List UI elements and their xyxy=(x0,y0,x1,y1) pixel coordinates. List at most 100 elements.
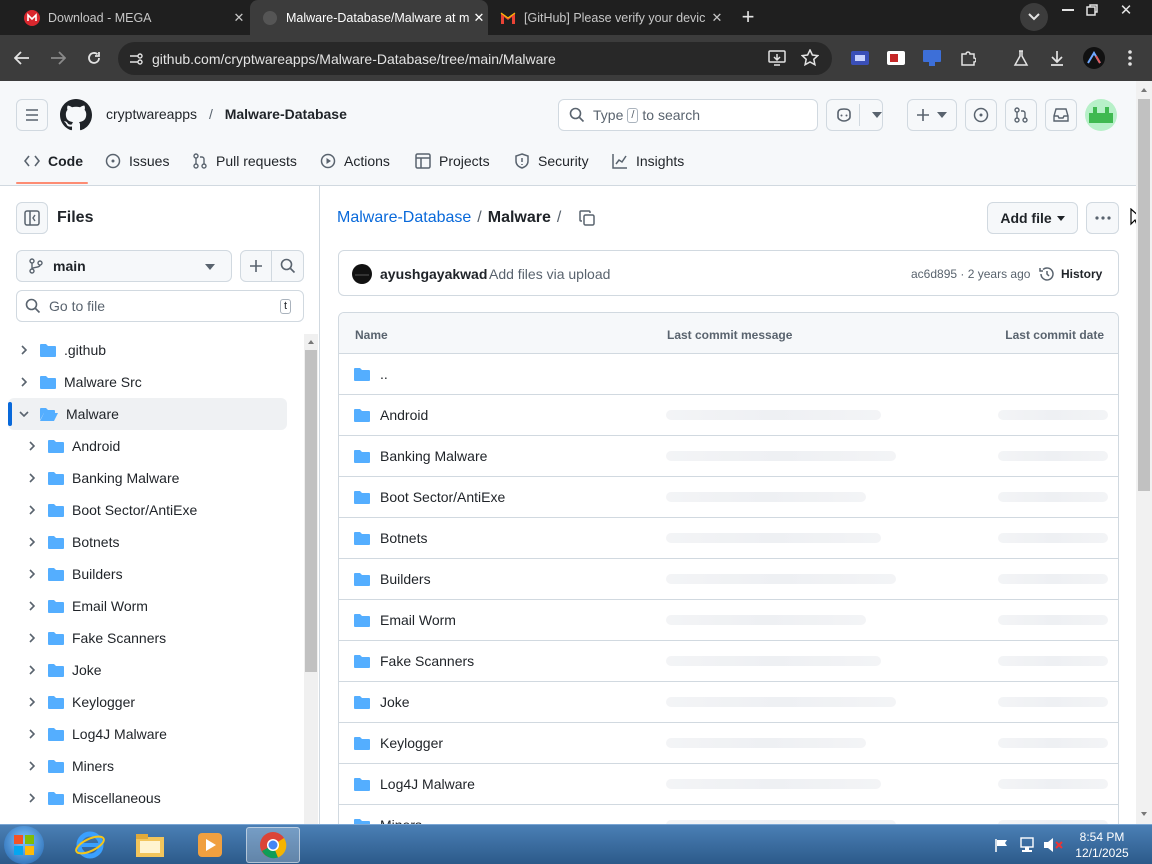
tree-item[interactable]: Banking Malware xyxy=(8,462,304,494)
tab-insights[interactable]: Insights xyxy=(612,143,684,179)
tree-item[interactable]: Log4J Malware xyxy=(8,718,304,750)
chevron-right-icon[interactable] xyxy=(24,633,40,643)
chevron-right-icon[interactable] xyxy=(24,729,40,739)
tab-security[interactable]: Security xyxy=(514,143,589,179)
table-row[interactable]: Miners xyxy=(338,804,1119,824)
start-button[interactable] xyxy=(4,826,44,864)
folder-name-link[interactable]: Joke xyxy=(380,694,410,710)
create-new-button[interactable] xyxy=(907,99,957,131)
add-file-sidebar-button[interactable] xyxy=(240,250,272,282)
close-icon[interactable]: ✕ xyxy=(230,9,248,27)
search-files-button[interactable] xyxy=(271,250,304,282)
folder-name-link[interactable]: Botnets xyxy=(380,530,427,546)
tab-pull-requests[interactable]: Pull requests xyxy=(192,143,297,179)
folder-name-link[interactable]: Banking Malware xyxy=(380,448,487,464)
parent-directory-row[interactable]: .. xyxy=(338,353,1119,394)
table-row[interactable]: Fake Scanners xyxy=(338,640,1119,681)
table-row[interactable]: Email Worm xyxy=(338,599,1119,640)
reload-icon[interactable] xyxy=(80,44,108,72)
tab-code[interactable]: Code xyxy=(24,143,83,179)
more-options-button[interactable] xyxy=(1086,202,1119,234)
add-file-button[interactable]: Add file xyxy=(987,202,1078,234)
browser-tab-gmail[interactable]: [GitHub] Please verify your devic ✕ xyxy=(490,0,726,35)
copilot-button[interactable] xyxy=(826,99,883,131)
page-scrollbar-thumb[interactable] xyxy=(1138,99,1150,491)
pull-requests-header-button[interactable] xyxy=(1005,99,1037,131)
tree-item[interactable]: Miscellaneous xyxy=(8,782,304,814)
commit-message[interactable]: Add files via upload xyxy=(489,266,610,282)
chevron-right-icon[interactable] xyxy=(24,793,40,803)
github-logo-icon[interactable] xyxy=(60,99,92,131)
internet-explorer-taskbar-icon[interactable] xyxy=(63,827,117,863)
go-to-file-input[interactable]: Go to file t xyxy=(16,290,304,322)
close-icon[interactable]: ✕ xyxy=(470,9,488,27)
media-player-taskbar-icon[interactable] xyxy=(183,827,237,863)
copy-path-icon[interactable] xyxy=(579,210,596,226)
issues-header-button[interactable] xyxy=(965,99,997,131)
chevron-right-icon[interactable] xyxy=(16,345,32,355)
extension-icon-1[interactable] xyxy=(846,44,874,72)
tab-actions[interactable]: Actions xyxy=(320,143,390,179)
tree-item[interactable]: Botnets xyxy=(8,526,304,558)
table-row[interactable]: Banking Malware xyxy=(338,435,1119,476)
action-center-flag-icon[interactable] xyxy=(994,838,1010,852)
tree-item[interactable]: .github xyxy=(8,334,304,366)
table-row[interactable]: Botnets xyxy=(338,517,1119,558)
commit-author[interactable]: ayushgayakwad xyxy=(380,266,487,282)
bookmark-star-icon[interactable] xyxy=(801,49,819,67)
tree-item[interactable]: Builders xyxy=(8,558,304,590)
table-row[interactable]: Builders xyxy=(338,558,1119,599)
network-icon[interactable] xyxy=(1019,837,1037,853)
restore-icon[interactable] xyxy=(1078,0,1106,24)
tab-search-icon[interactable] xyxy=(1020,3,1048,31)
tree-item[interactable]: Keylogger xyxy=(8,686,304,718)
tree-scrollbar[interactable] xyxy=(304,334,318,824)
table-row[interactable]: Log4J Malware xyxy=(338,763,1119,804)
browser-tab-mega[interactable]: Download - MEGA ✕ xyxy=(12,0,248,35)
tab-issues[interactable]: Issues xyxy=(105,143,169,179)
browser-tab-github-active[interactable]: Malware-Database/Malware at m ✕ xyxy=(250,0,488,35)
chevron-right-icon[interactable] xyxy=(24,473,40,483)
table-row[interactable]: Keylogger xyxy=(338,722,1119,763)
chevron-right-icon[interactable] xyxy=(24,601,40,611)
address-bar[interactable]: github.com/cryptwareapps/Malware-Databas… xyxy=(118,42,832,75)
folder-name-link[interactable]: Log4J Malware xyxy=(380,776,475,792)
site-info-icon[interactable] xyxy=(128,51,144,67)
chevron-right-icon[interactable] xyxy=(24,537,40,547)
tree-item[interactable]: Fake Scanners xyxy=(8,622,304,654)
author-avatar[interactable] xyxy=(352,264,372,284)
close-window-icon[interactable]: ✕ xyxy=(1112,0,1140,24)
extensions-puzzle-icon[interactable] xyxy=(954,44,982,72)
collapse-sidebar-button[interactable] xyxy=(16,202,48,234)
tree-item[interactable]: Joke xyxy=(8,654,304,686)
folder-name-link[interactable]: Android xyxy=(380,407,428,423)
tree-item[interactable]: Boot Sector/AntiExe xyxy=(8,494,304,526)
chrome-taskbar-icon[interactable] xyxy=(246,827,300,863)
owner-link[interactable]: cryptwareapps xyxy=(106,106,197,122)
chevron-right-icon[interactable] xyxy=(24,761,40,771)
chevron-right-icon[interactable] xyxy=(24,665,40,675)
chevron-right-icon[interactable] xyxy=(24,569,40,579)
history-button[interactable]: History xyxy=(1039,258,1102,290)
chevron-right-icon[interactable] xyxy=(16,377,32,387)
user-avatar[interactable] xyxy=(1085,99,1117,131)
repo-link[interactable]: Malware-Database xyxy=(225,106,347,122)
folder-name-link[interactable]: Boot Sector/AntiExe xyxy=(380,489,505,505)
breadcrumb-repo-link[interactable]: Malware-Database xyxy=(337,209,471,227)
commit-hash[interactable]: ac6d895 xyxy=(911,267,957,281)
branch-selector[interactable]: main xyxy=(16,250,232,282)
folder-name-link[interactable]: Miners xyxy=(380,817,422,824)
tree-item[interactable]: Android xyxy=(8,430,304,462)
tree-item[interactable]: Miners xyxy=(8,750,304,782)
extension-icon-3[interactable] xyxy=(918,44,946,72)
folder-name-link[interactable]: Email Worm xyxy=(380,612,456,628)
table-row[interactable]: Joke xyxy=(338,681,1119,722)
folder-name-link[interactable]: Keylogger xyxy=(380,735,443,751)
chevron-right-icon[interactable] xyxy=(24,441,40,451)
chevron-down-icon[interactable] xyxy=(16,411,32,417)
folder-name-link[interactable]: Builders xyxy=(380,571,431,587)
labs-flask-icon[interactable] xyxy=(1007,44,1035,72)
system-clock[interactable]: 8:54 PM 12/1/2025 xyxy=(1066,829,1138,861)
close-icon[interactable]: ✕ xyxy=(708,9,726,27)
back-icon[interactable] xyxy=(8,44,36,72)
